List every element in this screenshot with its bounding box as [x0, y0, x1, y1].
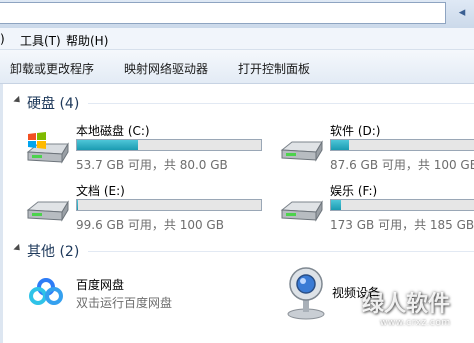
webcam-icon [287, 267, 325, 320]
hard-drive-icon [280, 200, 323, 222]
drive-name: 本地磁盘 (C:) [76, 124, 150, 138]
back-arrow-icon[interactable]: ◂ [452, 3, 472, 23]
group-title-hard-disks: 硬盘 (4) [27, 96, 80, 112]
baidu-netdisk-item[interactable]: 百度网盘 双击运行百度网盘 [24, 270, 224, 314]
drive-name: 娱乐 (F:) [330, 184, 378, 198]
uninstall-program-button[interactable]: 卸载或更改程序 [10, 60, 94, 77]
drive-name: 软件 (D:) [330, 124, 381, 138]
drive-e[interactable]: 文档 (E:) 99.6 GB 可用，共 100 GB [24, 182, 284, 238]
collapse-arrow-icon[interactable] [13, 95, 23, 106]
menu-item-help[interactable]: 帮助(H) [66, 32, 108, 49]
item-subtitle: 双击运行百度网盘 [76, 296, 173, 310]
group-divider [88, 103, 474, 104]
navigation-pane-edge [0, 84, 3, 343]
windows-drive-icon [26, 132, 69, 164]
group-divider [88, 251, 474, 252]
content-pane: 硬盘 (4) 本地磁盘 (C:) 53.7 GB 可用，共 80.0 GB 软件… [0, 84, 474, 343]
drive-usage-bar [76, 199, 262, 211]
site-watermark: 绿人软件 www.crxz.com [346, 282, 474, 340]
address-field[interactable] [0, 2, 446, 24]
drive-free-space: 99.6 GB 可用，共 100 GB [76, 218, 224, 232]
address-bar-area: ◂ [0, 0, 474, 28]
drive-free-space: 53.7 GB 可用，共 80.0 GB [76, 158, 228, 172]
menu-item-tools[interactable]: 工具(T) [20, 32, 61, 49]
drive-usage-fill [331, 200, 341, 210]
drive-free-space: 173 GB 可用，共 185 GB [330, 218, 474, 232]
drive-usage-bar [330, 139, 474, 151]
drive-usage-fill [77, 200, 78, 210]
menu-bar: ) 工具(T) 帮助(H) [0, 28, 474, 50]
drive-usage-fill [77, 140, 138, 150]
drive-c[interactable]: 本地磁盘 (C:) 53.7 GB 可用，共 80.0 GB [24, 122, 284, 178]
map-network-drive-button[interactable]: 映射网络驱动器 [124, 60, 208, 77]
item-name: 百度网盘 [76, 278, 125, 292]
hard-drive-icon [26, 200, 69, 222]
collapse-arrow-icon[interactable] [13, 243, 23, 254]
watermark-text: 绿人软件 [362, 292, 451, 317]
hard-drive-icon [280, 140, 323, 162]
drive-d[interactable]: 软件 (D:) 87.6 GB 可用，共 100 GB [278, 122, 474, 178]
drive-usage-fill [331, 140, 349, 150]
drive-name: 文档 (E:) [76, 184, 125, 198]
drive-usage-bar [330, 199, 474, 211]
open-control-panel-button[interactable]: 打开控制面板 [238, 60, 310, 77]
drive-free-space: 87.6 GB 可用，共 100 GB [330, 158, 474, 172]
watermark-url: www.crxz.com [380, 318, 451, 328]
baidu-netdisk-icon [26, 274, 66, 310]
drive-f[interactable]: 娱乐 (F:) 173 GB 可用，共 185 GB [278, 182, 474, 238]
group-title-other: 其他 (2) [27, 244, 80, 260]
menu-item-partial[interactable]: ) [0, 32, 5, 46]
command-toolbar: 卸载或更改程序 映射网络驱动器 打开控制面板 [0, 50, 474, 84]
drive-usage-bar [76, 139, 262, 151]
